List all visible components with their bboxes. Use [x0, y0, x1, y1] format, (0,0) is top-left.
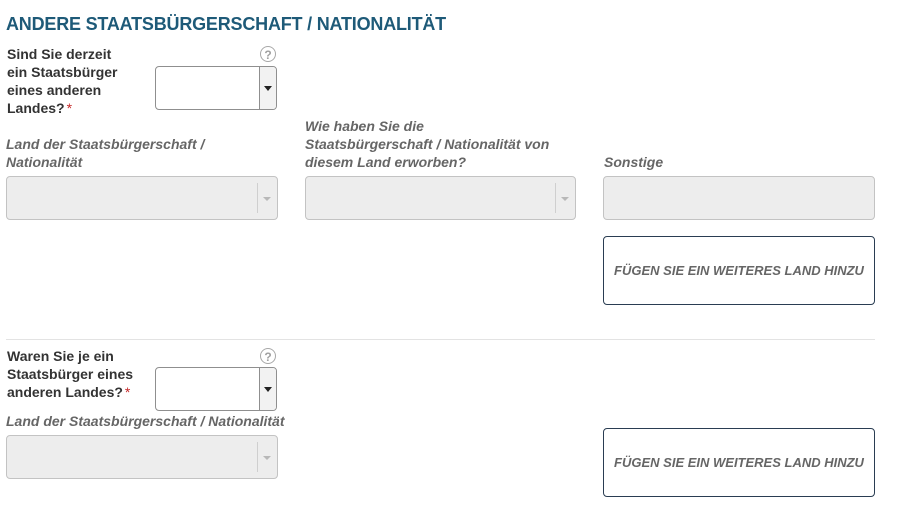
chevron-down-icon	[263, 197, 271, 201]
section-title: ANDERE STAATSBÜRGERSCHAFT / NATIONALITÄT	[6, 14, 446, 34]
country-select[interactable]	[6, 176, 278, 220]
select-divider	[257, 183, 258, 213]
past-country-label: Land der Staatsbürgerschaft / Nationalit…	[6, 413, 285, 429]
current-citizen-select[interactable]	[155, 66, 277, 110]
past-country-select[interactable]	[6, 435, 278, 479]
required-asterisk: *	[66, 100, 73, 116]
chevron-down-icon	[264, 86, 272, 91]
other-input[interactable]	[603, 176, 875, 220]
chevron-down-icon	[561, 197, 569, 201]
past-citizen-question-label: Waren Sie je ein Staatsbürger eines ande…	[7, 347, 137, 401]
help-icon[interactable]: ?	[260, 348, 276, 364]
country-label: Land der Staatsbürgerschaft / Nationalit…	[6, 136, 205, 170]
other-label: Sonstige	[604, 154, 664, 170]
chevron-down-icon	[263, 456, 271, 460]
section-divider	[6, 339, 875, 340]
dropdown-button[interactable]	[259, 368, 276, 410]
acquired-select[interactable]	[305, 176, 576, 220]
help-icon[interactable]: ?	[260, 46, 276, 62]
select-divider	[555, 183, 556, 213]
select-divider	[257, 442, 258, 472]
acquired-label: Wie haben Sie die Staatsbürgerschaft / N…	[305, 118, 550, 170]
current-citizen-question-label: Sind Sie derzeit ein Staatsbürger eines …	[7, 45, 119, 117]
past-citizen-question-text: Waren Sie je ein Staatsbürger eines ande…	[7, 348, 134, 400]
current-citizen-question-text: Sind Sie derzeit ein Staatsbürger eines …	[7, 46, 118, 116]
chevron-down-icon	[264, 387, 272, 392]
required-asterisk: *	[124, 384, 131, 400]
add-another-country-button[interactable]: FÜGEN SIE EIN WEITERES LAND HINZU	[603, 236, 875, 305]
past-citizen-select[interactable]	[155, 367, 277, 411]
dropdown-button[interactable]	[259, 67, 276, 109]
add-another-past-country-button[interactable]: FÜGEN SIE EIN WEITERES LAND HINZU	[603, 428, 875, 497]
